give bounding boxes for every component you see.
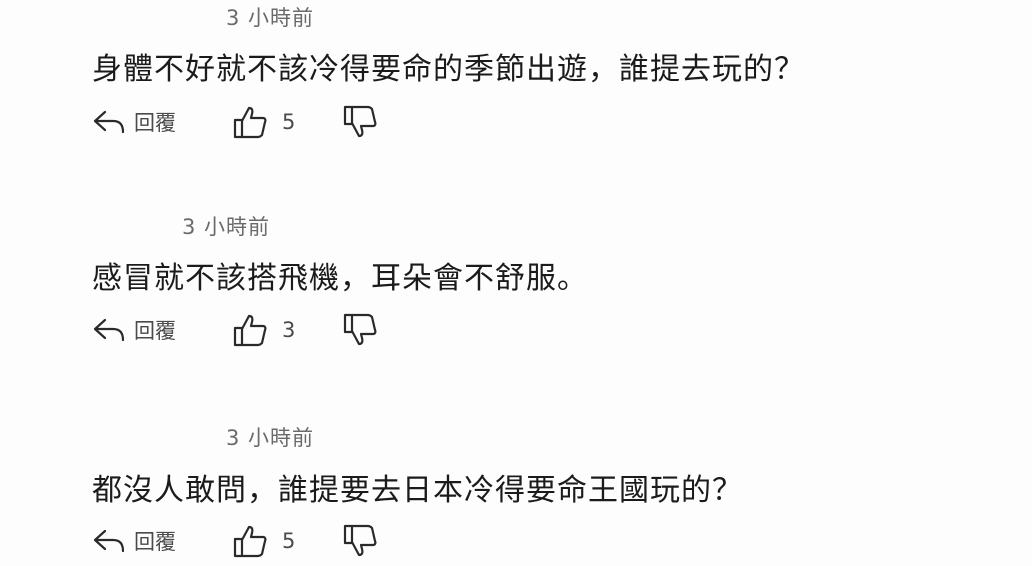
thumbs-down-icon [343,105,377,138]
thumbs-up-icon [233,106,267,139]
comment-timestamp: 3 小時前 [182,215,271,239]
comment-actions: 回覆 5 [92,102,378,142]
dislike-button[interactable] [342,313,378,347]
reply-arrow-icon [93,529,125,553]
like-count: 5 [282,529,296,553]
comment-timestamp: 3 小時前 [226,6,315,30]
reply-button[interactable]: 回覆 [92,315,202,345]
comment-text: 感冒就不該搭飛機，耳朵會不舒服。 [92,261,588,296]
like-button[interactable]: 5 [232,105,342,139]
like-count: 5 [282,110,296,134]
comment-text: 都沒人敢問，誰提要去日本冷得要命王國玩的？ [92,473,743,508]
reply-arrow-icon [93,110,125,134]
like-count: 3 [282,318,296,342]
reply-arrow-icon [93,318,125,342]
thumbs-down-icon [343,524,377,557]
comment-actions: 回覆 5 [92,521,378,561]
comment-actions: 回覆 3 [92,310,378,350]
dislike-button[interactable] [342,105,378,139]
comment-list: 3 小時前 身體不好就不該冷得要命的季節出遊，誰提去玩的？ 回覆 5 3 小時前… [0,0,1032,566]
like-button[interactable]: 3 [232,313,342,347]
thumbs-up-icon [233,314,267,347]
thumbs-down-icon [343,313,377,346]
reply-button[interactable]: 回覆 [92,526,202,556]
thumbs-up-icon [233,525,267,558]
reply-button[interactable]: 回覆 [92,107,202,137]
reply-label: 回覆 [134,530,176,554]
comment-text: 身體不好就不該冷得要命的季節出遊，誰提去玩的？ [92,52,805,87]
dislike-button[interactable] [342,524,378,558]
reply-label: 回覆 [134,111,176,135]
like-button[interactable]: 5 [232,524,342,558]
reply-label: 回覆 [134,319,176,343]
comment-timestamp: 3 小時前 [226,426,315,450]
